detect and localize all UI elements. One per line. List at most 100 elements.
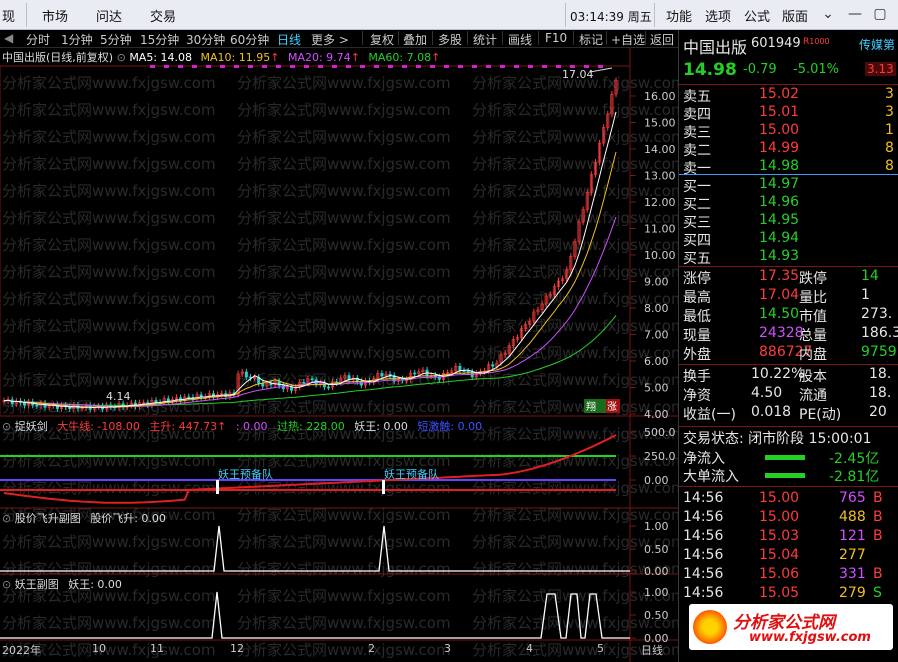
period-30min[interactable]: 30分钟 [186, 31, 225, 48]
watermark-text: 分析家公式网www.fxjgsw.com [2, 263, 216, 281]
ask-volume: 3 [885, 104, 894, 120]
ask-label: 卖二 [683, 143, 711, 159]
signal-dot [486, 65, 491, 68]
period-intraday[interactable]: 分时 [26, 31, 50, 48]
signal-dot [500, 65, 505, 68]
signal-dot [164, 65, 169, 68]
signal-dot [528, 65, 533, 68]
kline-chart-area[interactable]: 分析家公式网www.fxjgsw.com 分析家公式网www.fxjgsw.com… [0, 48, 678, 662]
candle-body [244, 371, 248, 378]
minimize-icon[interactable]: — [845, 4, 865, 24]
tool-overlay[interactable]: 叠加 [403, 31, 427, 48]
tool-statistics[interactable]: 统计 [473, 31, 497, 48]
signal-dot [262, 65, 267, 68]
stat-label: 量比 [799, 290, 827, 306]
bid-label: 买二 [683, 197, 711, 213]
period-15min[interactable]: 15分钟 [140, 31, 179, 48]
stat-label: PE(动) [799, 407, 842, 423]
signal-dot [444, 65, 449, 68]
close-window-icon[interactable]: ▢ [870, 4, 890, 24]
candle-body [187, 396, 191, 399]
tick-volume: 279 [839, 585, 866, 601]
tool-add-watchlist[interactable]: +自选 [611, 31, 645, 48]
bid-price: 14.96 [759, 194, 800, 210]
price-tick-label: 7.00 [644, 329, 669, 342]
date-mode-label[interactable]: 日线 [641, 642, 663, 658]
panel-toggle-icon[interactable]: ⊙ [2, 578, 11, 591]
menu-item-view[interactable]: 现 [2, 6, 15, 25]
stat-label: 最高 [683, 290, 711, 306]
signal-dot [220, 65, 225, 68]
panel-toggle-icon[interactable]: ⊙ [2, 420, 11, 433]
tool-multi-stock[interactable]: 多股 [438, 31, 462, 48]
stat-label: 流通 [799, 388, 827, 404]
tool-adjust[interactable]: 复权 [370, 31, 394, 48]
flow-value: -2.81亿 [829, 469, 880, 485]
menu-item-formula[interactable]: 公式 [744, 6, 770, 25]
tool-draw[interactable]: 画线 [508, 31, 532, 48]
ma5-value: MA5: 14.08 [129, 51, 193, 64]
short-trigger-value: 短激触: 0.00 [417, 420, 483, 433]
watermark-text: 分析家公式网www.fxjgsw.com [237, 398, 451, 416]
menu-item-layout[interactable]: 版面 [782, 6, 808, 25]
watermark-text: 分析家公式网www.fxjgsw.com [237, 101, 451, 119]
ma20-value: MA20: 9.74 [287, 51, 351, 64]
candle-body [491, 364, 495, 367]
menu-divider [26, 3, 27, 27]
menu-item-trade[interactable]: 交易 [150, 6, 176, 25]
period-daily[interactable]: 日线 [277, 31, 301, 48]
period-toolbar: ◀ 分时 1分钟 5分钟 15分钟 30分钟 60分钟 日线 更多 > 复权 叠… [0, 30, 678, 48]
bid-price: 14.94 [759, 230, 800, 246]
ask-volume: 3 [885, 86, 894, 102]
menu-item-function[interactable]: 功能 [666, 6, 692, 25]
stat-value: 14 [861, 268, 879, 284]
stat-value: 20 [869, 404, 887, 420]
ask-label: 卖一 [683, 161, 711, 177]
date-label: 4 [526, 642, 533, 655]
watermark-text: 分析家公式网www.fxjgsw.com [2, 236, 216, 254]
sector-label[interactable]: 传媒第 [859, 36, 895, 53]
watermark-text: 分析家公式网www.fxjgsw.com [237, 641, 451, 659]
tool-back[interactable]: 返回 [650, 31, 674, 48]
demon-marker [216, 480, 219, 494]
stat-label: 跌停 [799, 271, 827, 287]
ask-label: 卖三 [683, 125, 711, 141]
watermark-text: 分析家公式网www.fxjgsw.com [2, 452, 216, 470]
legend-toggle-icon[interactable]: ⊙ [117, 51, 126, 64]
watermark-text: 分析家公式网www.fxjgsw.com [237, 155, 451, 173]
divider [679, 426, 898, 427]
signal-dot [304, 65, 309, 68]
divider [679, 486, 898, 487]
period-60min[interactable]: 60分钟 [230, 31, 269, 48]
stat-label: 市值 [799, 309, 827, 325]
candle-body [290, 386, 294, 391]
candle-body [310, 378, 314, 381]
stock-name: 中国出版 [683, 38, 748, 57]
watermark-text: 分析家公式网www.fxjgsw.com [237, 587, 451, 605]
overheat-value: 过热: 228.00 [277, 420, 345, 433]
candle-body [302, 381, 306, 384]
period-1min[interactable]: 1分钟 [61, 31, 93, 48]
axis-tick-label: 1.00 [644, 520, 669, 533]
toolbar-divider [538, 31, 539, 45]
menu-item-ask[interactable]: 问达 [96, 6, 122, 25]
axis-tick-label: 0.00 [644, 474, 669, 487]
menu-item-market[interactable]: 市场 [42, 6, 68, 25]
menu-chevron-icon[interactable]: ⌄ [818, 4, 838, 24]
menu-item-options[interactable]: 选项 [705, 6, 731, 25]
tick-side: B [873, 509, 883, 525]
signal-dot [556, 65, 561, 68]
period-more[interactable]: 更多 > [311, 31, 349, 48]
period-5min[interactable]: 5分钟 [100, 31, 132, 48]
collapse-icon[interactable]: ◀ [4, 31, 13, 45]
signal-dot [192, 65, 197, 68]
signal-dot [206, 65, 211, 68]
tool-mark[interactable]: 标记 [579, 31, 603, 48]
tool-f10[interactable]: F10 [545, 31, 567, 45]
ask-volume: 1 [885, 122, 894, 138]
ask-volume: 8 [885, 140, 894, 156]
signal-dot [374, 65, 379, 68]
ma60-value: MA60: 7.08 [368, 51, 432, 64]
stat-value: 186.3 [861, 325, 898, 341]
panel-toggle-icon[interactable]: ⊙ [2, 512, 11, 525]
